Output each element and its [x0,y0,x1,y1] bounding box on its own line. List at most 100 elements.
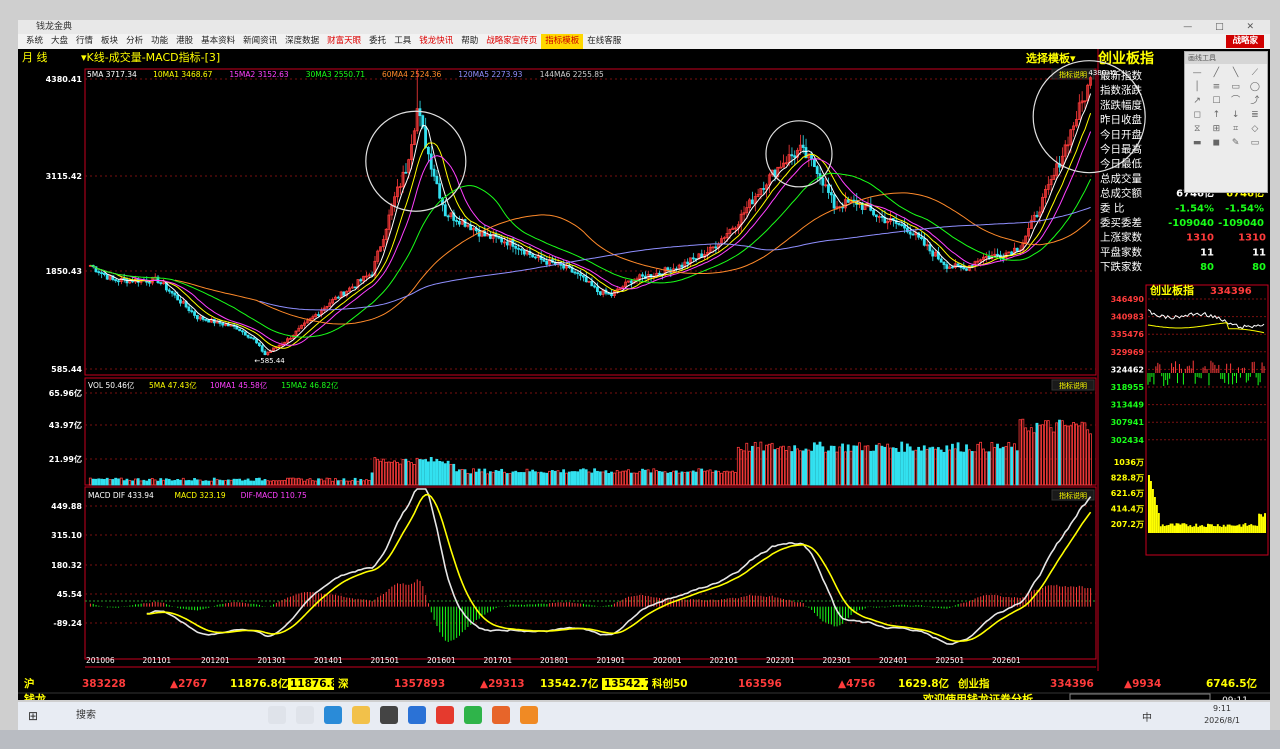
volume-bar [615,470,619,486]
volume-bar [1058,419,1061,486]
draw-tool-icon[interactable]: ⧖ [1189,124,1205,135]
draw-tool-icon[interactable]: ╱ [1208,68,1224,79]
draw-tool-icon[interactable]: │ [1189,82,1205,93]
volume-bar [725,470,729,486]
draw-tool-icon[interactable]: ⟋ [1247,68,1263,79]
volume-bar [965,444,968,486]
taskview-icon[interactable] [296,706,314,724]
volume-bar [646,469,650,486]
candlestick [928,244,932,252]
menu-item-0[interactable]: 系统 [22,34,47,49]
menu-item-4[interactable]: 分析 [122,34,147,49]
candlestick [821,177,825,186]
menu-item-7[interactable]: 基本资料 [197,34,239,49]
window-controls[interactable]: — □ ✕ [1183,20,1264,34]
volume-bar [452,463,456,486]
menu-item-14[interactable]: 帮助 [457,34,482,49]
draw-tool-icon[interactable]: ↓ [1228,110,1244,121]
volume-bar [908,446,912,486]
mail-icon[interactable] [408,706,426,724]
ime-indicator[interactable]: 中 [1142,713,1160,724]
volume-bar [982,448,985,486]
search-box[interactable]: 搜索 [58,706,248,726]
menu-item-11[interactable]: 委托 [365,34,390,49]
status-sz-label: 深 [338,677,349,690]
draw-tool-icon[interactable]: ↑ [1208,110,1224,121]
draw-tool-icon[interactable]: ≡ [1208,82,1224,93]
volume-bar [1035,422,1039,486]
start-icon[interactable]: ⊞ [28,709,38,723]
explorer-icon[interactable] [352,706,370,724]
brand-button[interactable]: 战略家 [1226,35,1264,48]
draw-tool-icon[interactable]: ◻ [1189,110,1205,121]
time-axis-label: 201801 [540,656,569,665]
volume-bar [522,472,526,486]
menu-item-6[interactable]: 港股 [172,34,197,49]
qianlong-icon[interactable] [492,706,510,724]
volume-bar [784,450,788,486]
legend-item: VOL 50.46亿 [88,380,135,390]
menu-item-15[interactable]: 战略家宣传页 [482,34,541,49]
menu-item-10[interactable]: 财富天眼 [323,34,365,49]
intraday-volume-bar [1201,525,1204,533]
volume-bar [612,472,616,486]
draw-tool-icon[interactable]: ≣ [1247,110,1263,121]
volume-bar [243,479,247,486]
volume-bar [956,442,960,486]
wps-icon[interactable] [436,706,454,724]
draw-tool-icon[interactable]: ▭ [1247,138,1263,149]
draw-tool-icon[interactable]: ↗ [1189,96,1205,107]
edge-icon[interactable] [324,706,342,724]
draw-tool-icon[interactable]: ⌗ [1228,124,1244,135]
draw-tool-icon[interactable]: ☐ [1208,96,1224,107]
volume-bar [136,478,140,486]
menu-item-5[interactable]: 功能 [147,34,172,49]
menu-item-12[interactable]: 工具 [390,34,415,49]
candlestick [880,216,884,218]
draw-tool-icon[interactable]: ⤴ [1247,96,1263,107]
system-tray[interactable]: 中 [1142,709,1160,724]
candlestick [190,310,194,313]
menu-item-1[interactable]: 大盘 [47,34,72,49]
intraday-volume-bar [1264,513,1266,533]
draw-tool-icon[interactable]: ⊞ [1208,124,1224,135]
draw-tool-icon[interactable]: ╲ [1228,68,1244,79]
menu-item-16[interactable]: 指标模板 [541,34,584,49]
volume-bar [483,468,487,486]
app-icon[interactable] [520,706,538,724]
volume-bar [736,446,740,486]
volume-bar [472,468,475,486]
intraday-volume-bar [1214,526,1217,533]
draw-tool-icon[interactable]: ◯ [1247,82,1263,93]
legend-item: 120MA5 2273.93 [458,70,522,79]
menu-item-2[interactable]: 行情 [72,34,97,49]
draw-tool-icon[interactable]: ⌒ [1228,96,1244,107]
menu-item-13[interactable]: 钱龙快讯 [415,34,457,49]
menu-item-9[interactable]: 深度数据 [281,34,323,49]
store-icon[interactable] [380,706,398,724]
candlestick [246,334,250,338]
volume-bar [117,478,120,486]
menu-item-3[interactable]: 板块 [97,34,122,49]
wechat-icon[interactable] [464,706,482,724]
mic-icon[interactable] [268,706,286,724]
draw-tool-icon[interactable]: ◼ [1208,138,1224,149]
volume-bar [920,450,923,486]
quote-value: 80 [1200,262,1214,273]
taskbar-clock[interactable]: 9:11 2026/8/1 [1204,703,1240,727]
volume-bar [672,470,675,486]
draw-tool-icon[interactable]: ◇ [1247,124,1263,135]
quote-value: -109040 [1168,218,1214,229]
menu-item-17[interactable]: 在线客服 [583,34,625,49]
draw-tool-icon[interactable]: ▬ [1189,138,1205,149]
draw-tool-icon[interactable]: — [1189,68,1205,79]
intraday-price-axis: 335476 [1111,330,1145,339]
drawing-tool-panel[interactable]: 画线工具 — ╱ ╲ ⟋ │ ≡ ▭ ◯ ↗ ☐ ⌒ ⤴ ◻ ↑ ↓ ≣ ⧖ ⊞ ⌗ ◇ ▬ ◼ ✎ ▭ [1184,51,1268,193]
status-sh-value: 383228 [82,678,126,690]
volume-bar [689,471,692,486]
volume-bar [781,445,785,486]
draw-tool-icon[interactable]: ✎ [1228,138,1244,149]
intraday-volume-bar [1228,524,1231,533]
draw-tool-icon[interactable]: ▭ [1228,82,1244,93]
menu-item-8[interactable]: 新闻资讯 [239,34,281,49]
